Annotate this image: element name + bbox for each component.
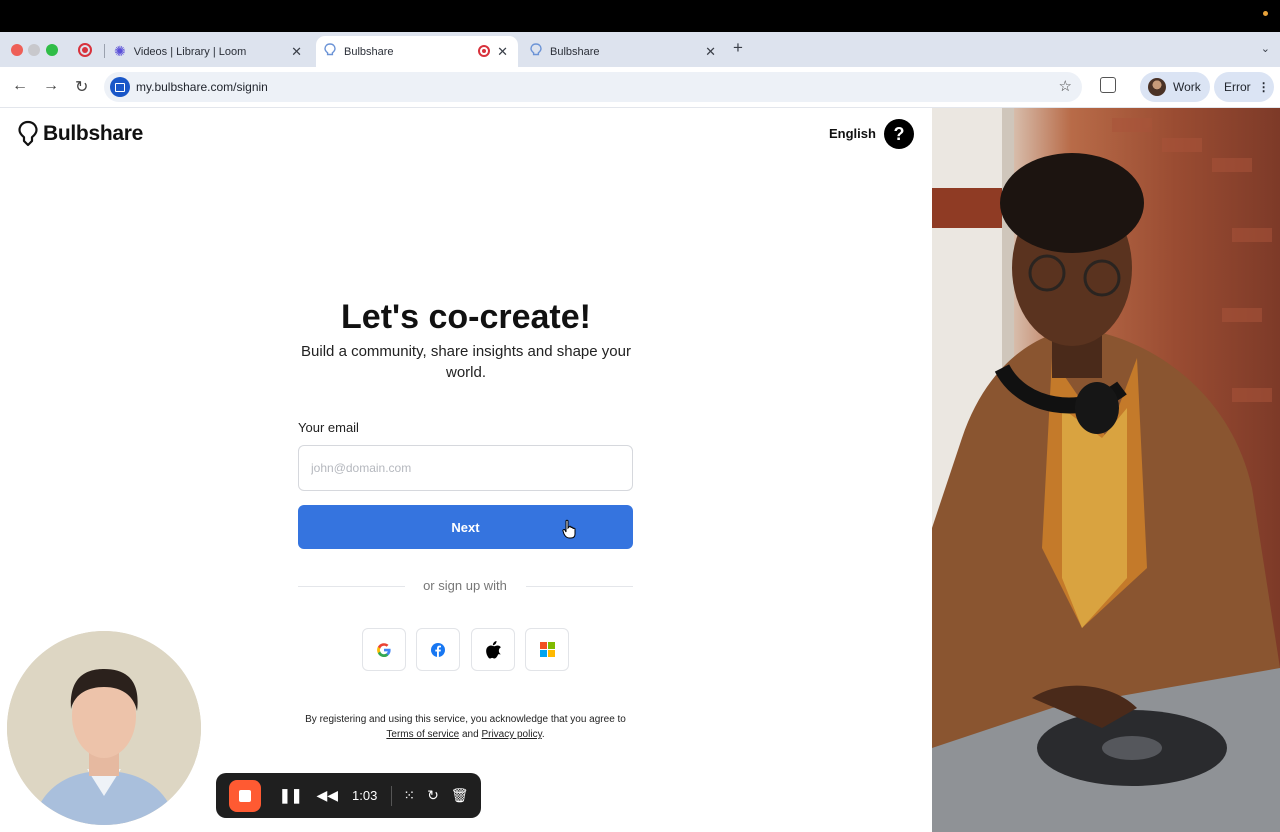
bulb-icon <box>530 43 542 60</box>
tab-title: Videos | Library | Loom <box>133 45 247 58</box>
status-dot-icon <box>1263 11 1268 16</box>
browser-toolbar: ← → ↻ my.bulbshare.com/signin ☆ <box>0 67 1280 108</box>
close-tab-icon[interactable]: ✕ <box>705 44 716 60</box>
window-minimize-button[interactable] <box>28 44 40 56</box>
facebook-icon <box>431 642 445 657</box>
controls-divider <box>391 785 393 806</box>
email-input[interactable] <box>298 445 633 491</box>
microsoft-icon <box>539 642 555 657</box>
screen: ✺ Videos | Library | Loom ✕ Bulbshare ✕ … <box>0 0 1280 832</box>
help-button[interactable]: ? <box>884 119 914 149</box>
tab-strip: ✺ Videos | Library | Loom ✕ Bulbshare ✕ … <box>0 32 1280 67</box>
logo-text: Bulbshare <box>43 122 143 145</box>
hero-photo <box>932 108 1280 832</box>
privacy-policy-link[interactable]: Privacy policy <box>481 729 541 740</box>
terms-of-service-link[interactable]: Terms of service <box>386 729 459 740</box>
bulb-icon <box>324 43 336 60</box>
email-label: Your email <box>298 420 359 435</box>
restart-icon[interactable]: ↻ <box>427 787 439 804</box>
tab-title: Bulbshare <box>344 45 394 58</box>
window-zoom-button[interactable] <box>46 44 58 56</box>
stop-icon <box>239 789 251 802</box>
loom-icon: ✺ <box>114 43 126 59</box>
system-menu-bar <box>0 0 1280 32</box>
trash-icon[interactable]: 🗑 <box>451 787 469 804</box>
legal-notice: By registering and using this service, y… <box>298 712 633 742</box>
page-subtitle: Build a community, share insights and sh… <box>301 343 631 381</box>
tab-loom-library[interactable]: ✺ Videos | Library | Loom ✕ <box>104 36 310 67</box>
grid-dots-icon[interactable]: ⁙ <box>403 787 415 804</box>
close-tab-icon[interactable]: ✕ <box>497 44 508 60</box>
stop-recording-button[interactable] <box>229 779 261 812</box>
tab-title: Bulbshare <box>550 45 600 58</box>
recording-controls: ❚❚ ◀◀ 1:03 ⁙ ↻ 🗑 <box>216 773 481 818</box>
tab-bulbshare[interactable]: Bulbshare ✕ <box>524 36 724 67</box>
url-text: my.bulbshare.com/signin <box>136 80 268 94</box>
site-camera-icon[interactable] <box>110 77 130 97</box>
window-close-button[interactable] <box>11 44 23 56</box>
legal-suffix: . <box>541 729 545 740</box>
reload-icon[interactable]: ↻ <box>75 77 88 97</box>
rewind-icon[interactable]: ◀◀ <box>316 787 338 804</box>
back-arrow-icon[interactable]: ← <box>12 77 28 95</box>
close-tab-icon[interactable]: ✕ <box>291 44 302 60</box>
mouse-pointer-icon <box>562 519 576 539</box>
bulbshare-logo[interactable]: Bulbshare <box>17 120 143 148</box>
kebab-menu-icon: ⋮ <box>1257 80 1270 94</box>
google-signin-button[interactable] <box>362 628 406 671</box>
address-bar[interactable]: my.bulbshare.com/signin ☆ <box>104 72 1082 102</box>
legal-and: and <box>459 729 482 740</box>
profile-avatar-icon <box>1148 78 1166 96</box>
microsoft-signin-button[interactable] <box>525 628 569 671</box>
recording-indicator-icon <box>78 43 92 57</box>
hero-photo-illustration <box>932 108 1280 832</box>
profile-button[interactable]: Work <box>1140 72 1210 102</box>
webcam-bubble[interactable] <box>7 631 201 825</box>
bookmark-star-icon[interactable]: ☆ <box>1059 77 1072 95</box>
profile-label: Work <box>1173 80 1201 94</box>
google-icon <box>377 642 391 657</box>
language-selector[interactable]: English <box>829 126 876 141</box>
legal-prefix: By registering and using this service, y… <box>305 714 626 725</box>
error-menu-button[interactable]: Error ⋮ <box>1214 72 1274 102</box>
bulb-logo-icon <box>18 120 38 147</box>
pause-icon[interactable]: ❚❚ <box>279 787 302 804</box>
new-tab-plus-icon[interactable]: + <box>733 38 743 58</box>
apple-signin-button[interactable] <box>471 628 515 671</box>
divider-right <box>526 586 633 587</box>
facebook-signin-button[interactable] <box>416 628 460 671</box>
tab-bulbshare-active[interactable]: Bulbshare ✕ <box>316 36 518 67</box>
recording-timer: 1:03 <box>352 788 378 803</box>
apple-icon <box>486 640 501 659</box>
forward-arrow-icon[interactable]: → <box>43 77 59 95</box>
tab-search-chevron-icon[interactable]: ⌄ <box>1261 42 1270 55</box>
extensions-puzzle-icon[interactable] <box>1100 77 1116 93</box>
tab-recording-icon <box>478 45 490 57</box>
error-label: Error <box>1224 80 1251 94</box>
webcam-person-illustration <box>7 631 201 825</box>
next-button[interactable]: Next <box>298 505 633 549</box>
page-title: Let's co-create! <box>341 298 591 336</box>
